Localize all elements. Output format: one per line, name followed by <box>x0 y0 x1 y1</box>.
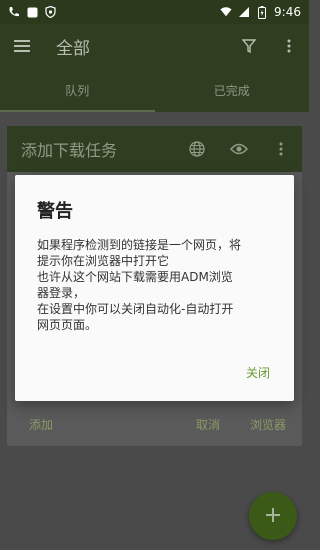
tab-completed[interactable]: 已完成 <box>155 68 310 112</box>
app-bar: 全部 <box>0 24 309 68</box>
signal-icon <box>238 6 250 18</box>
menu-icon[interactable] <box>0 24 44 68</box>
tab-bar: 队列 已完成 <box>0 68 309 112</box>
plus-icon <box>266 507 280 526</box>
warning-title: 警告 <box>37 201 73 222</box>
eye-icon[interactable] <box>218 126 260 172</box>
status-time: 9:46 <box>274 5 301 19</box>
add-button[interactable]: 添加 <box>29 416 53 433</box>
page-title: 全部 <box>56 38 90 59</box>
call-icon <box>8 6 20 18</box>
shield-icon <box>44 6 56 18</box>
warning-line: 网页页面。 <box>37 318 98 332</box>
status-bar: 9:46 <box>0 0 309 24</box>
tab-label: 已完成 <box>213 83 250 98</box>
globe-icon[interactable] <box>176 126 218 172</box>
cancel-button[interactable]: 取消 <box>196 416 220 433</box>
more-vert-icon[interactable] <box>269 24 309 68</box>
warning-dialog: 警告 如果程序检测到的链接是一个网页，将 提示你在浏览器中打开它 也许从这个网站… <box>15 175 294 401</box>
warning-line: 也许从这个网站下载需要用ADM浏览 <box>37 270 233 284</box>
wifi-icon <box>220 6 232 18</box>
add-fab-button[interactable] <box>249 492 297 540</box>
warning-line: 提示你在浏览器中打开它 <box>37 254 170 268</box>
warning-message: 如果程序检测到的链接是一个网页，将 提示你在浏览器中打开它 也许从这个网站下载需… <box>37 237 282 333</box>
browser-button[interactable]: 浏览器 <box>250 416 286 433</box>
square-app-icon <box>26 6 38 18</box>
tab-queue[interactable]: 队列 <box>0 68 155 112</box>
battery-icon <box>256 5 268 19</box>
add-download-title: 添加下载任务 <box>21 141 118 160</box>
add-download-header: 添加下载任务 <box>7 126 302 172</box>
filter-icon[interactable] <box>229 24 269 68</box>
warning-line: 在设置中你可以关闭自动化-自动打开 <box>37 302 234 316</box>
add-download-footer: 添加 取消 浏览器 <box>7 402 302 446</box>
warning-line: 如果程序检测到的链接是一个网页，将 <box>37 238 242 252</box>
warning-line: 器登录， <box>37 286 86 300</box>
tab-label: 队列 <box>65 83 90 98</box>
close-button[interactable]: 关闭 <box>246 364 270 381</box>
more-vert-icon[interactable] <box>260 126 302 172</box>
